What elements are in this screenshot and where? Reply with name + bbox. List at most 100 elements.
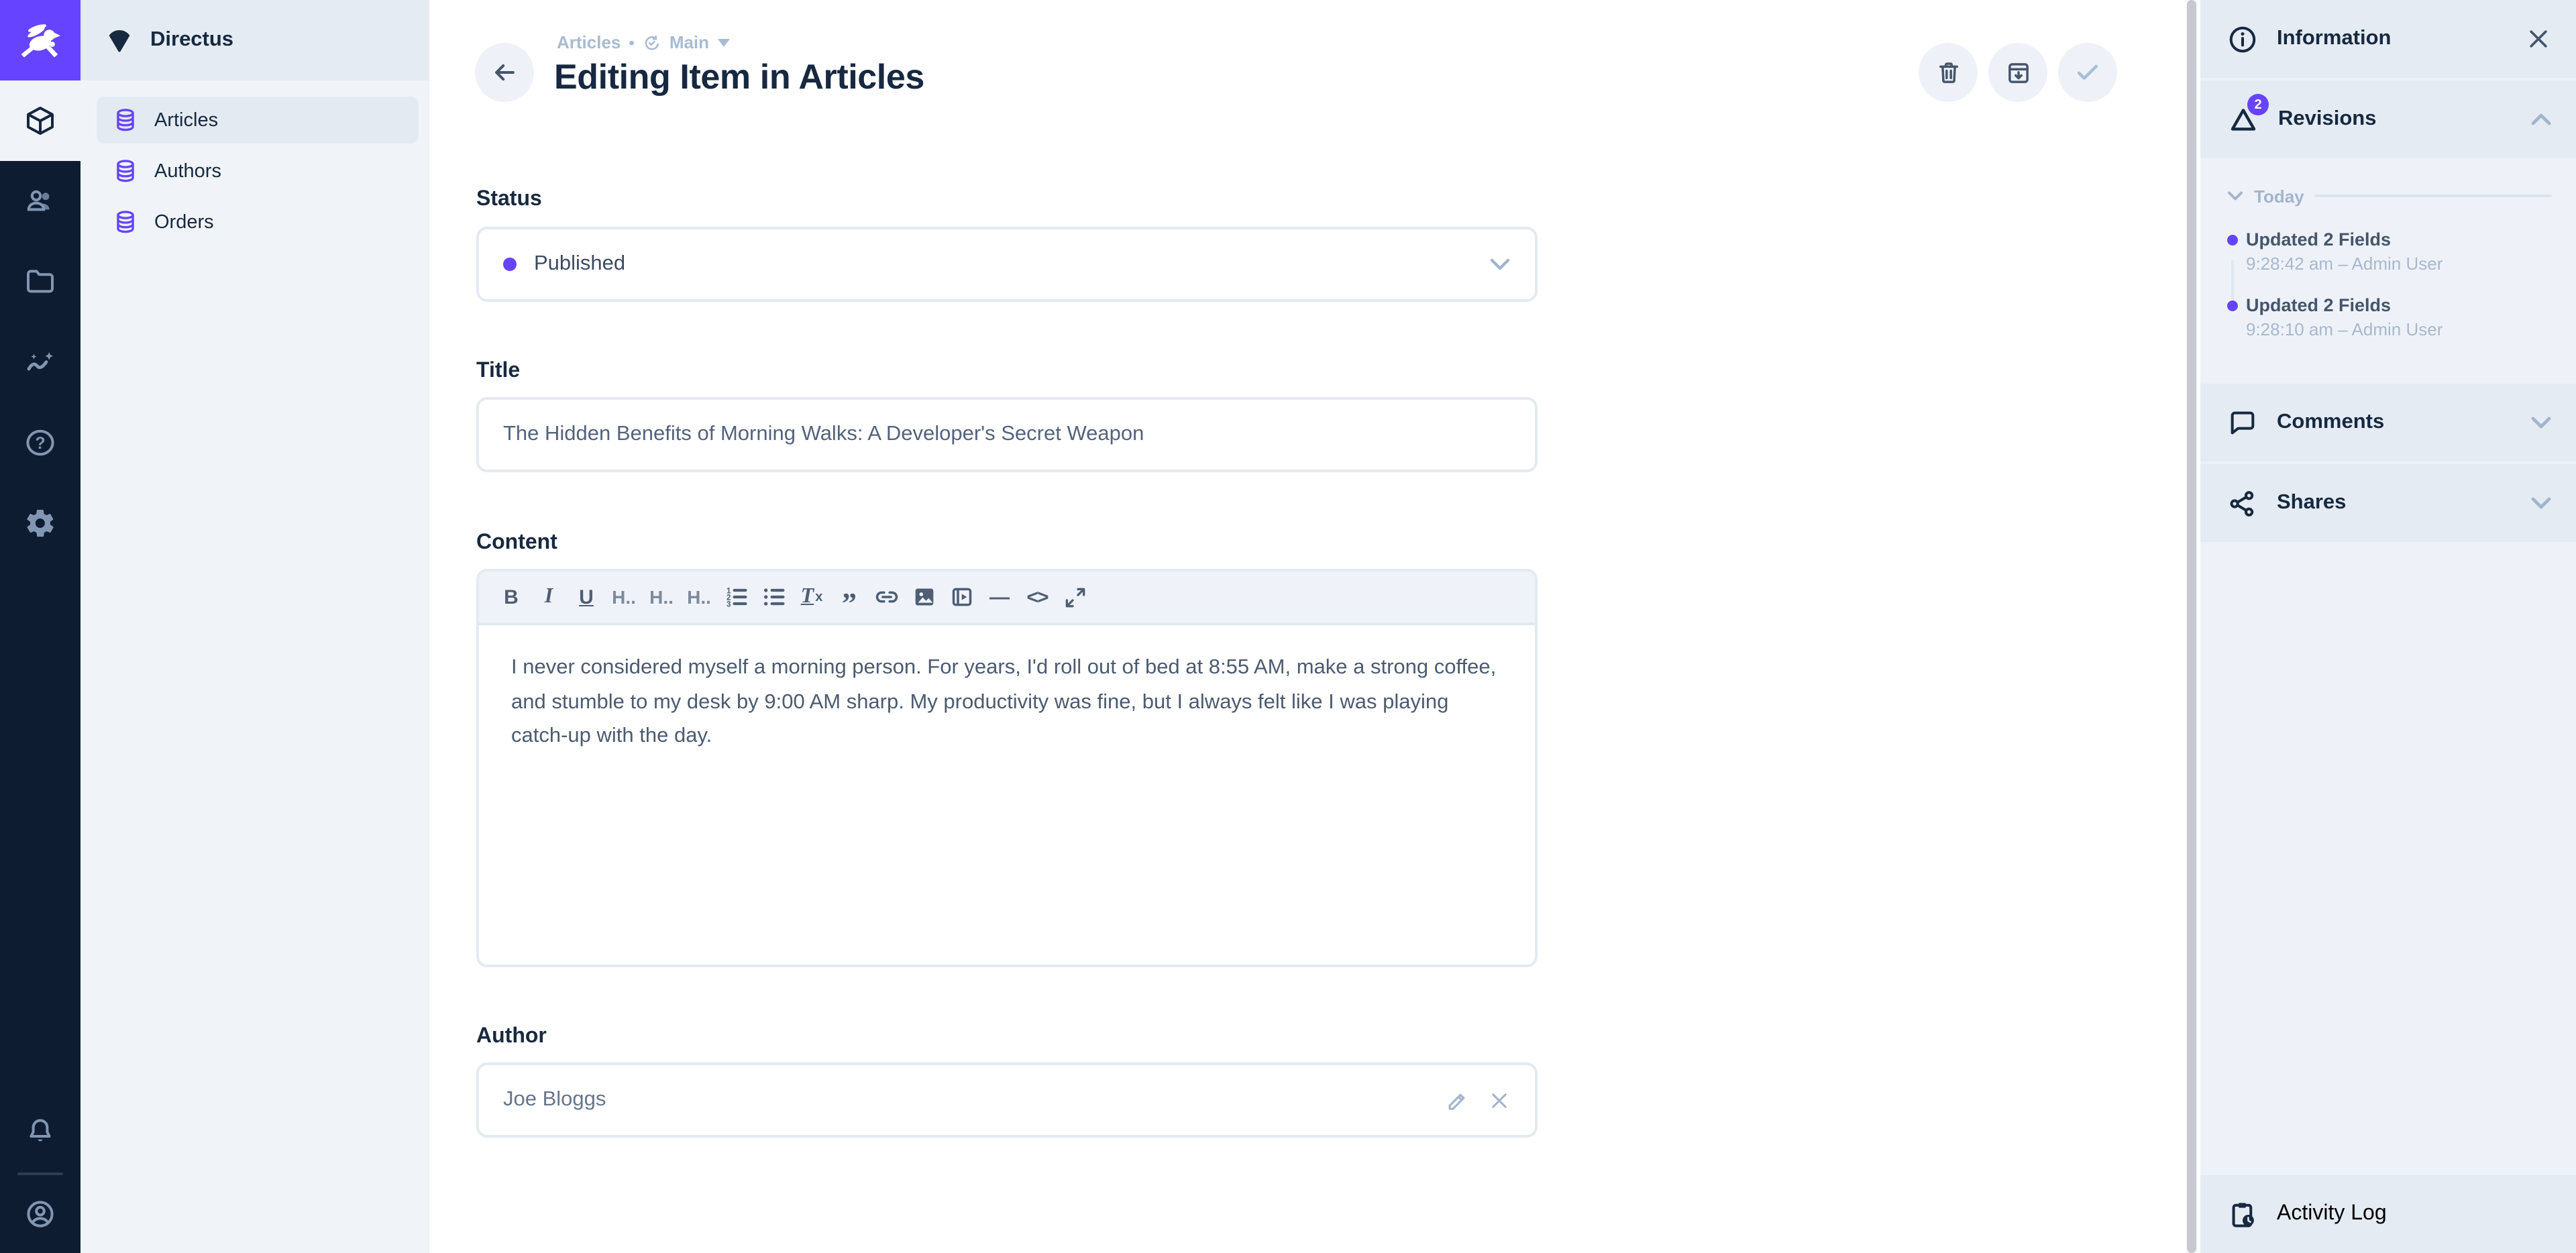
title-input[interactable]: The Hidden Benefits of Morning Walks: A …	[476, 397, 1538, 472]
chevron-down-icon	[2227, 190, 2243, 201]
app-window: ? Dir	[0, 0, 2576, 1253]
section-label: Activity Log	[2277, 1202, 2387, 1226]
share-icon	[2227, 488, 2258, 519]
sidebar-item-orders[interactable]: Orders	[97, 199, 419, 246]
blockquote-button[interactable]: ”	[830, 578, 868, 616]
author-label: Author	[476, 1025, 1538, 1049]
project-name: Directus	[150, 28, 233, 52]
revisions-badge: 2	[2247, 94, 2269, 115]
sidebar-section-information[interactable]: Information	[2200, 0, 2576, 80]
link-icon	[873, 584, 900, 610]
editor-toolbar: B I U H.. H.. H.. 123	[479, 571, 1535, 625]
title-label: Title	[476, 360, 1538, 384]
insert-image-button[interactable]	[906, 578, 943, 616]
status-select[interactable]: Published	[476, 227, 1538, 302]
section-label: Comments	[2277, 411, 2384, 435]
delete-button[interactable]	[1919, 43, 1978, 102]
author-field[interactable]: Joe Bloggs	[476, 1063, 1538, 1138]
sidebar-item-label: Articles	[154, 109, 218, 131]
editor-content[interactable]: I never considered myself a morning pers…	[479, 625, 1535, 779]
module-files[interactable]	[0, 241, 80, 322]
revisions-icon-wrap: 2	[2227, 103, 2259, 135]
revision-group-today[interactable]: Today	[2227, 180, 2552, 212]
link-button[interactable]	[868, 578, 906, 616]
bold-button[interactable]: B	[492, 578, 530, 616]
activity-log-button[interactable]: Activity Log	[2200, 1173, 2576, 1253]
archive-button[interactable]	[1988, 43, 2047, 102]
heading2-button[interactable]: H..	[643, 578, 680, 616]
clear-format-button[interactable]: Tx	[793, 578, 830, 616]
project-status-icon	[105, 25, 134, 55]
module-content[interactable]	[0, 80, 80, 161]
revision-title: Updated 2 Fields	[2246, 228, 2552, 252]
fullscreen-button[interactable]	[1056, 578, 1093, 616]
collection-list: Articles Authors Orders	[80, 80, 429, 250]
close-icon[interactable]	[2525, 25, 2552, 52]
database-icon	[113, 107, 138, 133]
edit-pencil-icon[interactable]	[1445, 1087, 1470, 1113]
revision-meta: 9:28:10 am – Admin User	[2246, 318, 2552, 342]
revision-title: Updated 2 Fields	[2246, 294, 2552, 318]
deselect-x-icon[interactable]	[1488, 1089, 1511, 1111]
database-icon	[113, 209, 138, 235]
sidebar-section-revisions[interactable]: 2 Revisions	[2200, 80, 2576, 161]
status-value: Published	[534, 252, 625, 276]
bullet-list-button[interactable]	[755, 578, 793, 616]
horizontal-rule-button[interactable]: —	[981, 578, 1018, 616]
right-sidebar: Information 2 Revisions	[2200, 0, 2576, 1253]
insert-media-button[interactable]	[943, 578, 981, 616]
cube-icon	[24, 105, 56, 137]
ordered-list-button[interactable]: 123	[718, 578, 755, 616]
status-label: Status	[476, 188, 1538, 212]
info-icon	[2227, 23, 2258, 54]
breadcrumb-collection[interactable]: Articles	[557, 32, 621, 52]
back-button[interactable]	[475, 43, 534, 102]
module-insights[interactable]	[0, 322, 80, 402]
save-button[interactable]	[2058, 43, 2117, 102]
group-divider	[2315, 195, 2552, 197]
sidebar-section-shares[interactable]: Shares	[2200, 464, 2576, 545]
svg-text:3: 3	[727, 600, 731, 608]
code-button[interactable]: <>	[1018, 578, 1056, 616]
content-paragraph: I never considered myself a morning pers…	[511, 651, 1503, 754]
status-dot	[503, 258, 517, 271]
trash-icon	[1934, 58, 1962, 87]
comment-icon	[2227, 407, 2258, 438]
help-icon: ?	[24, 427, 56, 459]
sidebar-item-articles[interactable]: Articles	[97, 97, 419, 144]
revision-dot	[2227, 235, 2238, 246]
version-sync-icon	[643, 33, 661, 52]
sidebar-item-authors[interactable]: Authors	[97, 148, 419, 195]
revision-item[interactable]: Updated 2 Fields 9:28:42 am – Admin User	[2227, 228, 2552, 276]
sidebar-section-comments[interactable]: Comments	[2200, 384, 2576, 464]
scrollbar-track[interactable]	[2186, 0, 2198, 1253]
chevron-down-icon	[1489, 258, 1511, 271]
user-menu-button[interactable]	[0, 1175, 80, 1253]
underline-button[interactable]: U	[568, 578, 605, 616]
folder-icon	[24, 266, 56, 298]
revisions-panel: Today Updated 2 Fields 9:28:42 am – Admi…	[2200, 161, 2576, 384]
heading3-button[interactable]: H..	[680, 578, 718, 616]
revision-item[interactable]: Updated 2 Fields 9:28:10 am – Admin User	[2227, 294, 2552, 342]
chevron-down-icon	[2530, 496, 2552, 510]
module-help[interactable]: ?	[0, 402, 80, 483]
author-value: Joe Bloggs	[503, 1088, 606, 1112]
project-header[interactable]: Directus	[80, 0, 429, 80]
notifications-button[interactable]	[0, 1092, 80, 1173]
module-users[interactable]	[0, 161, 80, 241]
gear-icon	[24, 507, 56, 539]
heading1-button[interactable]: H..	[605, 578, 643, 616]
fullscreen-icon	[1062, 584, 1087, 610]
italic-button[interactable]: I	[530, 578, 568, 616]
breadcrumb-version[interactable]: Main	[669, 32, 709, 52]
section-label: Information	[2277, 27, 2392, 51]
directus-logo[interactable]	[0, 0, 80, 80]
module-settings[interactable]	[0, 483, 80, 563]
breadcrumb: Articles • Main	[557, 32, 729, 52]
caret-down-icon	[717, 38, 729, 46]
activity-log-icon	[2227, 1199, 2258, 1230]
scrollbar-thumb[interactable]	[2187, 0, 2196, 1253]
item-form: Status Published Title The Hidden Benefi…	[476, 188, 1538, 1138]
revision-list: Updated 2 Fields 9:28:42 am – Admin User…	[2227, 228, 2552, 342]
account-circle-icon	[24, 1198, 56, 1230]
